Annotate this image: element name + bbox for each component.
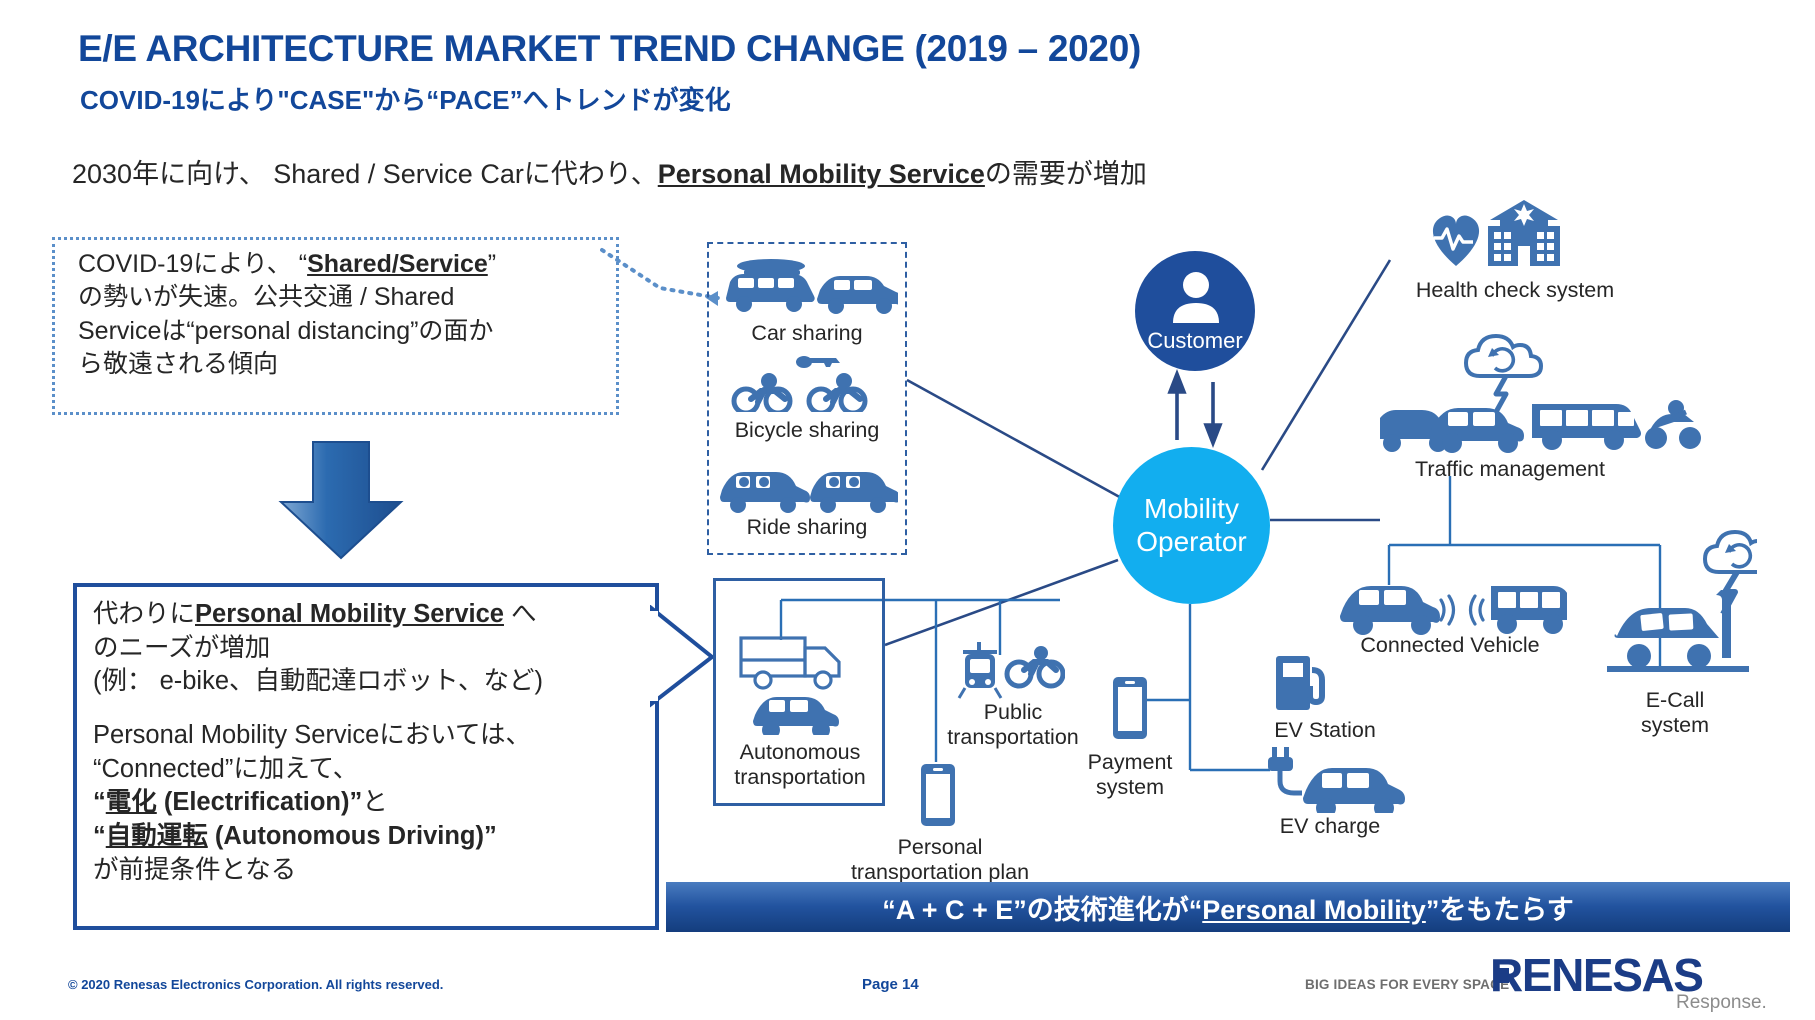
truck-and-car-icon xyxy=(739,636,841,735)
callout-l6-rest: (Electrification)” xyxy=(156,788,363,817)
note-line3: Serviceは“personal distancing”の面か xyxy=(78,316,494,345)
page-title: E/E ARCHITECTURE MARKET TREND CHANGE (20… xyxy=(78,28,1141,69)
label-autonomous-transportation: Autonomous transportation xyxy=(705,740,895,789)
label-payment-system: Payment system xyxy=(1055,750,1205,799)
heartbeat-and-hospital-icon xyxy=(1432,200,1560,266)
label-health-check-system: Health check system xyxy=(1415,278,1615,302)
renesas-logo: RENESAS xyxy=(1490,949,1704,1001)
note-line4: ら敬遠される傾向 xyxy=(78,349,279,378)
lead-sentence: 2030年に向け、 Shared / Service Carに代わり、Perso… xyxy=(72,152,1147,191)
label-ptp-line2: transportation plan xyxy=(850,859,1030,884)
crashed-car-pole-cloud-icon xyxy=(1607,529,1757,672)
conclusion-banner-text: “A + C + E”の技術進化が“Personal Mobility”をもたら… xyxy=(882,888,1574,927)
covid-note-text: COVID-19により、 “Shared/Service” の勢いが失速。公共交… xyxy=(78,248,608,381)
page-subtitle: COVID-19により"CASE"から“PACE”へトレンドが変化 xyxy=(80,85,731,115)
footer-tagline: BIG IDEAS FOR EVERY SPACE xyxy=(1305,977,1510,992)
banner-after: ”をもたらす xyxy=(1425,894,1574,925)
lead-emphasis: Personal Mobility Service xyxy=(657,159,985,189)
mobility-operator-line1: Mobility xyxy=(1144,493,1239,525)
callout-l1-after: へ xyxy=(503,600,537,628)
two-cars-with-passengers-icon xyxy=(720,472,898,513)
callout-spacer xyxy=(93,699,653,719)
callout-l2: のニーズが増加 xyxy=(93,633,271,662)
label-public-transportation: Public transportation xyxy=(938,700,1088,749)
label-ecall-line2: system xyxy=(1640,712,1710,737)
note-line2: の勢いが失速。公共交通 / Shared xyxy=(78,283,455,312)
slide-root: E/E ARCHITECTURE MARKET TREND CHANGE (20… xyxy=(0,0,1815,1020)
two-cyclists-icon xyxy=(731,356,868,412)
label-car-sharing: Car sharing xyxy=(751,321,863,345)
down-arrow-icon xyxy=(278,441,404,560)
label-connected-vehicle: Connected Vehicle xyxy=(1360,633,1540,657)
label-public-line2: transportation xyxy=(947,724,1079,749)
callout-l7-underline: 自動運転 xyxy=(105,821,208,850)
label-ecall-system: E-Call system xyxy=(1590,688,1760,737)
label-public-line1: Public xyxy=(983,700,1043,724)
lead-before: 2030年に向け、 Shared / Service Carに代わり、 xyxy=(72,159,658,189)
tram-and-cyclist-icon xyxy=(957,642,1065,699)
callout-l6-tail: と xyxy=(362,788,388,817)
callout-l7-rest: (Autonomous Driving)” xyxy=(207,821,497,850)
footer-copyright: © 2020 Renesas Electronics Corporation. … xyxy=(68,977,444,992)
van-and-car-icon xyxy=(726,259,898,314)
person-icon xyxy=(1173,272,1219,323)
label-payment-line2: system xyxy=(1095,774,1165,799)
callout-l8: が前提条件となる xyxy=(93,855,297,884)
response-watermark: Response. xyxy=(1676,992,1767,1013)
banner-underlined: Personal Mobility xyxy=(1202,894,1426,925)
callout-l7-q1: “ xyxy=(93,821,106,850)
callout-l1-before: 代わりに xyxy=(93,600,196,628)
mobility-operator-line2: Operator xyxy=(1136,525,1247,557)
smartphone-icon xyxy=(921,764,955,826)
label-ride-sharing: Ride sharing xyxy=(746,515,868,539)
personal-mobility-callout-text: 代わりにPersonal Mobility Service へ のニーズが増加 … xyxy=(93,598,653,887)
label-autonomous-line1: Autonomous xyxy=(739,740,861,764)
customer-label: Customer xyxy=(1147,328,1243,353)
label-traffic-management: Traffic management xyxy=(1414,457,1605,481)
callout-l1-emphasis: Personal Mobility Service xyxy=(195,600,504,628)
smartphone-icon xyxy=(1113,677,1147,739)
note-line1-emphasis: Shared/Service xyxy=(307,250,488,278)
label-ecall-line1: E-Call xyxy=(1645,688,1705,712)
car-with-plug-icon xyxy=(1268,747,1405,813)
callout-l6-underline: 電化 xyxy=(105,788,157,817)
label-autonomous-line2: transportation xyxy=(734,764,866,789)
footer-page-number: Page 14 xyxy=(862,976,919,993)
mobility-operator-node: Mobility Operator xyxy=(1113,447,1270,604)
dotted-connector xyxy=(600,248,720,306)
label-payment-line1: Payment xyxy=(1087,750,1173,774)
car-bus-wifi-icon xyxy=(1340,586,1567,635)
callout-l3: (例： e-bike、自動配達ロボット、など) xyxy=(93,667,544,696)
cloud-cars-bus-motorcycle-icon xyxy=(1380,333,1701,453)
label-personal-transportation-plan: Personal transportation plan xyxy=(850,835,1030,884)
label-ev-charge: EV charge xyxy=(1279,814,1381,838)
fuel-pump-icon xyxy=(1276,656,1325,710)
label-ev-station: EV Station xyxy=(1274,718,1376,742)
label-bicycle-sharing: Bicycle sharing xyxy=(734,418,880,442)
callout-l4: Personal Mobility Serviceにおいては、 xyxy=(93,720,532,749)
callout-l5: “Connected”に加えて、 xyxy=(93,754,359,783)
customer-node: Customer xyxy=(1135,251,1255,371)
label-ptp-line1: Personal xyxy=(897,835,983,859)
callout-l6-q1: “ xyxy=(93,788,106,817)
note-line1-before: COVID-19により、 “ xyxy=(78,250,308,278)
note-line1-after: ” xyxy=(487,250,497,278)
banner-before: “A + C + E”の技術進化が“ xyxy=(882,894,1203,925)
lead-after: の需要が増加 xyxy=(984,159,1147,189)
conclusion-banner: “A + C + E”の技術進化が“Personal Mobility”をもたら… xyxy=(666,882,1790,932)
mobility-operator-label: Mobility Operator xyxy=(1136,493,1247,557)
callout-tail xyxy=(650,605,716,708)
